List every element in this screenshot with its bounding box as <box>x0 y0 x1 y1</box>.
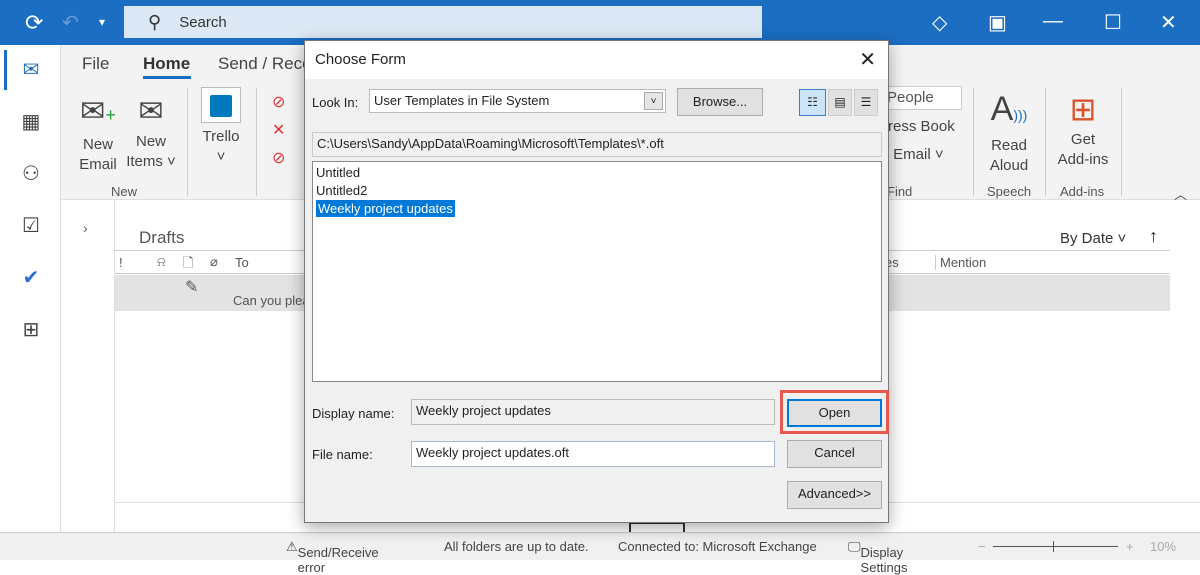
reminder-icon[interactable]: ⍾ <box>157 254 166 270</box>
new-items-button[interactable]: ✉ New Items ˅ <box>124 92 178 172</box>
sync-icon[interactable]: ⟳ <box>25 10 43 36</box>
to-column[interactable]: To <box>235 255 249 270</box>
details-view-icon[interactable]: ▤ <box>828 89 852 116</box>
read-aloud-button[interactable]: A))) Read Aloud <box>985 88 1033 176</box>
group-label-speech: Speech <box>987 184 1032 199</box>
file-name-input[interactable]: Weekly project updates.oft <box>411 441 775 467</box>
block-sender-icon[interactable]: ⊘ <box>272 148 285 168</box>
sort-by-dropdown[interactable]: By Date ˅ <box>1060 230 1126 247</box>
filter-email-button[interactable]: r Email ˅ <box>884 145 944 165</box>
importance-column[interactable]: ! <box>119 255 123 270</box>
tab-send-receive[interactable]: Send / Rece <box>218 54 312 74</box>
file-name-label: File name: <box>312 447 373 462</box>
close-icon[interactable]: ✕ <box>1160 10 1177 35</box>
search-icon: ⚲ <box>148 11 162 32</box>
tab-home[interactable]: Home <box>143 54 190 74</box>
group-label-addins: Add-ins <box>1060 184 1105 199</box>
list-item-selected[interactable]: Weekly project updates <box>316 200 455 217</box>
dialog-title-bar: Choose Form ✕ <box>305 41 888 79</box>
divider <box>187 88 188 196</box>
advanced-button[interactable]: Advanced>> <box>787 481 882 509</box>
zoom-out-button[interactable]: − <box>978 539 986 554</box>
trello-icon <box>201 87 241 123</box>
browse-button[interactable]: Browse... <box>677 88 763 116</box>
group-label-find: Find <box>887 184 913 199</box>
list-item[interactable]: Untitled <box>316 165 878 183</box>
dialog-title: Choose Form <box>315 51 406 68</box>
path-display: C:\Users\Sandy\AppData\Roaming\Microsoft… <box>312 132 882 157</box>
undo-icon[interactable]: ↶ <box>62 10 79 35</box>
folder-title: Drafts <box>139 228 185 247</box>
tab-underline <box>143 76 191 79</box>
active-indicator <box>4 50 7 90</box>
read-aloud-icon: A))) <box>990 90 1028 128</box>
attachment-icon[interactable]: ⌀ <box>210 254 218 270</box>
status-bar: ⚠ Send/Receive error All folders are up … <box>0 532 1200 575</box>
look-in-select[interactable]: User Templates in File System ˅ <box>369 89 666 113</box>
zoom-level: 10% <box>1150 539 1177 554</box>
send-receive-error[interactable]: ⚠ Send/Receive error <box>286 539 379 575</box>
new-email-icon: ✉+ <box>80 95 116 128</box>
expand-folder-pane-icon[interactable]: › <box>83 220 88 236</box>
premium-diamond-icon[interactable]: ◇ <box>932 10 947 35</box>
open-button[interactable]: Open <box>787 399 882 427</box>
item-type-icon[interactable]: 🗋 <box>183 254 193 276</box>
display-name-label: Display name: <box>312 406 395 421</box>
divider <box>973 88 974 196</box>
dialog-close-icon[interactable]: ✕ <box>859 47 876 72</box>
coming-soon-icon[interactable]: ▣ <box>988 10 1007 35</box>
group-label-new: New <box>111 184 138 199</box>
ignore-icon[interactable]: ⊘ <box>272 92 285 112</box>
maximize-icon[interactable]: ☐ <box>1104 10 1122 35</box>
list-view-icon[interactable]: ☷ <box>799 89 826 116</box>
navigation-bar: ✉ ▦ ⚇ ☑ ✔ ⊞ <box>0 45 61 532</box>
address-book-button[interactable]: ress Book <box>888 117 955 137</box>
calendar-icon[interactable]: ▦ <box>18 109 44 135</box>
chevron-down-icon[interactable]: ˅ <box>644 92 663 110</box>
new-email-button[interactable]: ✉+ New Email <box>76 92 120 175</box>
tasks-icon[interactable]: ☑ <box>18 213 44 239</box>
message-preview: Can you plea <box>233 293 310 308</box>
forms-list[interactable]: Untitled Untitled2 Weekly project update… <box>312 161 882 382</box>
tab-file[interactable]: File <box>82 54 109 74</box>
delete-icon[interactable]: ✕ <box>272 120 285 140</box>
mail-icon[interactable]: ✉ <box>18 57 44 83</box>
mention-column[interactable]: Mention <box>935 255 986 270</box>
search-people-input[interactable]: People <box>884 86 962 110</box>
get-addins-button[interactable]: ⊞ Get Add-ins <box>1055 88 1111 170</box>
minimize-icon[interactable]: — <box>1043 10 1063 33</box>
sort-direction-icon[interactable]: ↑ <box>1149 226 1158 247</box>
list-item[interactable]: Untitled2 <box>316 183 878 201</box>
divider <box>1045 88 1046 196</box>
zoom-in-button[interactable]: + <box>1126 539 1134 554</box>
divider <box>1121 88 1122 196</box>
display-settings-button[interactable]: 🖵 Display Settings <box>848 539 908 575</box>
display-name-field: Weekly project updates <box>411 399 775 425</box>
zoom-slider[interactable] <box>993 541 1118 552</box>
todo-icon[interactable]: ✔ <box>18 265 44 291</box>
cancel-button[interactable]: Cancel <box>787 440 882 468</box>
zoom-slider-thumb[interactable] <box>1053 541 1054 552</box>
choose-form-dialog: Choose Form ✕ Look In: User Templates in… <box>304 40 889 523</box>
people-icon[interactable]: ⚇ <box>18 161 44 187</box>
reading-pane-envelope-icon <box>629 522 685 532</box>
addins-icon: ⊞ <box>1069 91 1097 127</box>
folder-status: All folders are up to date. <box>444 539 589 554</box>
new-items-icon: ✉ <box>138 95 164 128</box>
customize-toolbar-icon[interactable]: ▾ <box>99 15 105 29</box>
look-in-label: Look In: <box>312 95 359 110</box>
connection-status: Connected to: Microsoft Exchange <box>618 539 817 554</box>
search-input[interactable]: ⚲ Search <box>124 6 762 38</box>
trello-button[interactable]: Trello ˅ <box>200 87 242 167</box>
title-bar: ⟳ ↶ ▾ ⚲ Search ◇ ▣ — ☐ ✕ <box>0 0 1200 45</box>
tree-view-icon[interactable]: ☰ <box>854 89 878 116</box>
apps-icon[interactable]: ⊞ <box>18 317 44 343</box>
divider <box>256 88 257 196</box>
draft-icon: ✎ <box>185 279 199 296</box>
